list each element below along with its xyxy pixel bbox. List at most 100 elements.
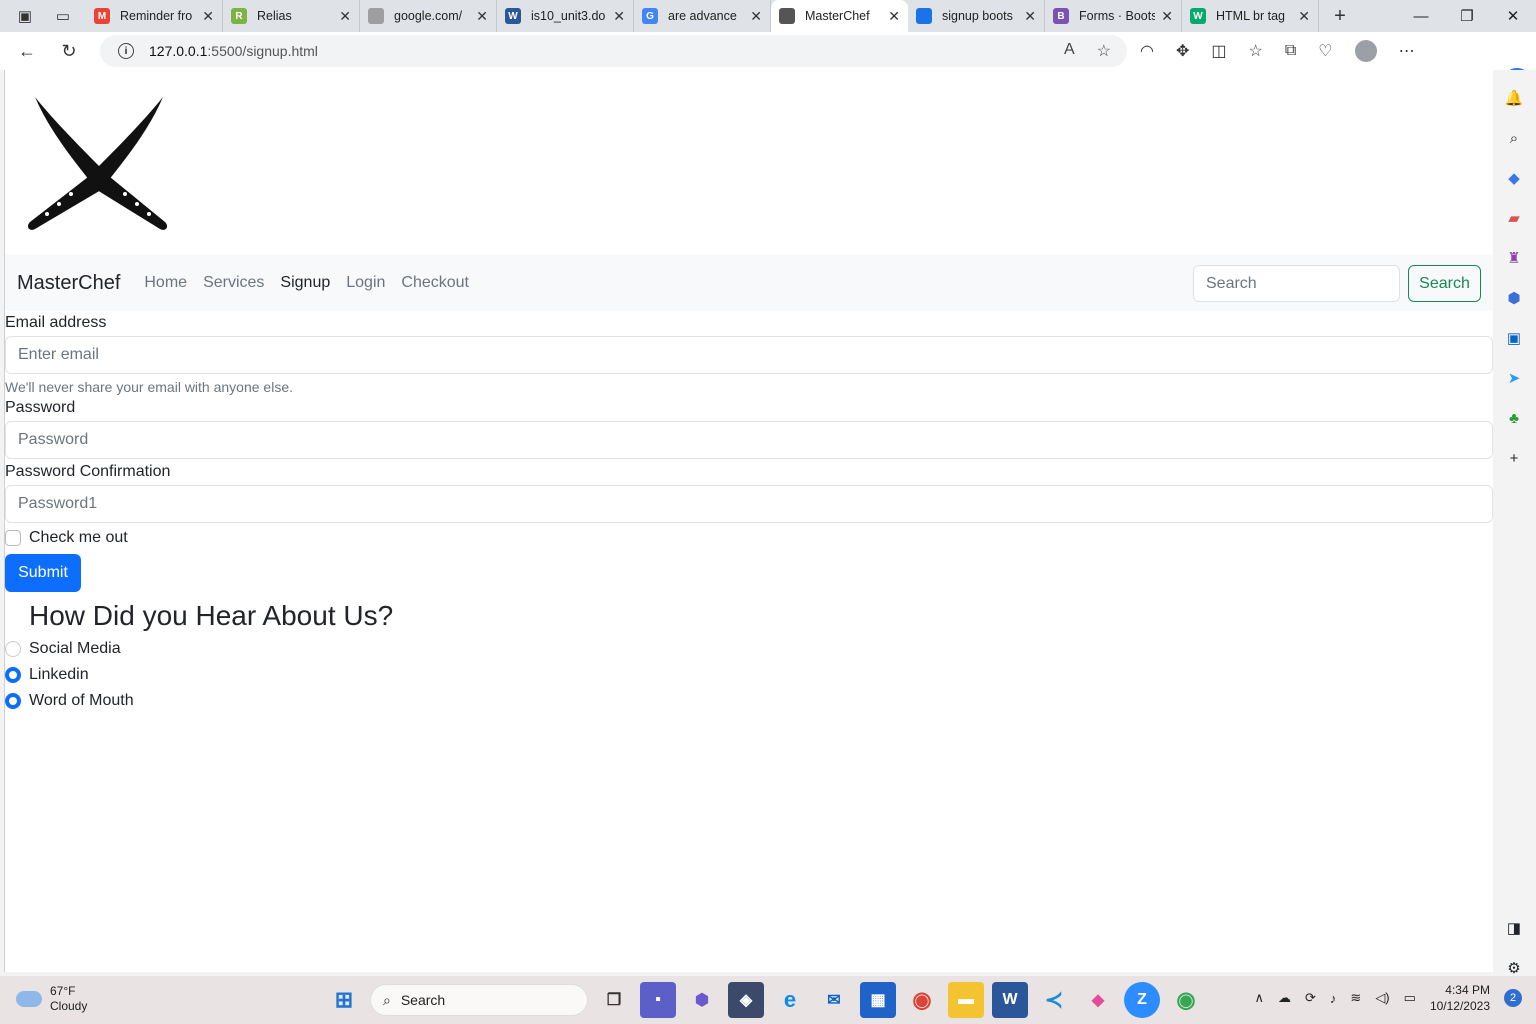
notification-bell-icon[interactable]: 🔔 bbox=[1502, 86, 1526, 110]
browser-tab[interactable]: W HTML br tag ✕ bbox=[1182, 0, 1319, 32]
more-menu-icon[interactable]: ⋯ bbox=[1399, 41, 1415, 61]
collections-icon[interactable]: ⧉ bbox=[1285, 42, 1296, 60]
survey-option[interactable]: Social Media bbox=[5, 636, 1493, 662]
browser-tab[interactable]: Wis10_unit3.do ✕ bbox=[497, 0, 634, 32]
url-field[interactable]: i 127.0.0.1:5500/signup.html A ☆ bbox=[100, 35, 1127, 67]
nav-link-login[interactable]: Login bbox=[346, 274, 385, 292]
store-icon[interactable]: ▦ bbox=[860, 982, 896, 1018]
check-me-out-label[interactable]: Check me out bbox=[29, 529, 128, 547]
navbar-brand[interactable]: MasterChef bbox=[17, 272, 120, 295]
nav-link-checkout[interactable]: Checkout bbox=[401, 274, 469, 292]
close-window-icon[interactable]: ✕ bbox=[1490, 0, 1536, 32]
chrome-icon[interactable]: ◉ bbox=[904, 982, 940, 1018]
onedrive-icon[interactable]: ☁ bbox=[1278, 990, 1291, 1006]
browser-tab[interactable]: R Relias ✕ bbox=[223, 0, 360, 32]
nav-link-signup[interactable]: Signup bbox=[280, 274, 330, 292]
edge-icon[interactable]: e bbox=[772, 982, 808, 1018]
signup-form: Email address Enter email We'll never sh… bbox=[5, 314, 1493, 714]
volume-icon[interactable]: ◁) bbox=[1375, 990, 1389, 1006]
search-icon[interactable]: ⌕ bbox=[1502, 126, 1526, 150]
wifi-icon[interactable]: ≋ bbox=[1350, 990, 1361, 1006]
browser-toolbar: ◠ ✥ ◫ ☆ ⧉ ♡ ⋯ bbox=[1140, 32, 1415, 70]
check-me-out-checkbox[interactable] bbox=[5, 530, 21, 546]
password-confirm-field[interactable]: Password1 bbox=[5, 485, 1493, 523]
browser-tab[interactable]: Gare advance ✕ bbox=[634, 0, 771, 32]
zoom-icon[interactable]: Z bbox=[1124, 982, 1160, 1018]
taskbar-search[interactable]: ⌕ Search bbox=[370, 984, 588, 1016]
hide-sidebar-icon[interactable]: ◨ bbox=[1502, 916, 1526, 940]
weather-widget[interactable]: 67°F Cloudy bbox=[16, 984, 87, 1014]
minimize-icon[interactable]: — bbox=[1398, 0, 1444, 32]
ssms-icon[interactable]: ◈ bbox=[728, 982, 764, 1018]
microphone-icon[interactable]: ♪ bbox=[1330, 991, 1337, 1006]
tools-briefcase-icon[interactable]: ▰ bbox=[1502, 206, 1526, 230]
browser-tab[interactable]: signup boots ✕ bbox=[908, 0, 1045, 32]
windows-taskbar: 67°F Cloudy ⊞ ⌕ Search ❐ ▪ ⬢ ◈ e ✉ ▦ ◉ ▬… bbox=[0, 976, 1536, 1024]
radio-button[interactable] bbox=[5, 667, 21, 683]
word-icon[interactable]: W bbox=[992, 982, 1028, 1018]
browser-essentials-icon[interactable]: ♡ bbox=[1318, 41, 1332, 61]
teams-chat-icon[interactable]: ▪ bbox=[640, 982, 676, 1018]
read-aloud-icon[interactable]: A bbox=[1064, 41, 1075, 61]
browser-tab[interactable]: MasterChef ✕ bbox=[771, 0, 908, 32]
windows-start-icon[interactable]: ⊞ bbox=[326, 982, 362, 1018]
mail-icon[interactable]: ✉ bbox=[816, 982, 852, 1018]
microsoft365-icon[interactable]: ⬢ bbox=[1502, 286, 1526, 310]
vscode-icon[interactable]: ≺ bbox=[1036, 982, 1072, 1018]
nav-link-services[interactable]: Services bbox=[203, 274, 264, 292]
site-info-icon[interactable]: i bbox=[118, 43, 134, 59]
submit-button[interactable]: Submit bbox=[5, 554, 81, 592]
email-field[interactable]: Enter email bbox=[5, 336, 1493, 374]
tab-close-icon[interactable]: ✕ bbox=[888, 8, 900, 25]
tab-actions-icon[interactable]: ▭ bbox=[50, 3, 76, 29]
clock[interactable]: 4:34 PM 10/12/2023 bbox=[1430, 982, 1490, 1014]
tab-close-icon[interactable]: ✕ bbox=[339, 8, 351, 25]
tab-title: google.com/ bbox=[394, 9, 463, 23]
file-explorer-icon[interactable]: ▬ bbox=[948, 982, 984, 1018]
tab-close-icon[interactable]: ✕ bbox=[1161, 8, 1173, 25]
add-sidebar-app-icon[interactable]: + bbox=[1502, 446, 1526, 470]
profile-avatar[interactable] bbox=[1354, 40, 1377, 62]
performance-icon[interactable]: ◠ bbox=[1140, 41, 1154, 61]
tab-close-icon[interactable]: ✕ bbox=[1024, 8, 1036, 25]
gemini-app-icon[interactable]: ◆ bbox=[1080, 982, 1116, 1018]
refresh-icon[interactable]: ↻ bbox=[54, 36, 84, 66]
browser-tab[interactable]: M Reminder fro ✕ bbox=[86, 0, 223, 32]
battery-icon[interactable]: ▭ bbox=[1404, 990, 1416, 1006]
nav-link-home[interactable]: Home bbox=[144, 274, 187, 292]
radio-button[interactable] bbox=[5, 641, 21, 657]
survey-option[interactable]: Linkedin bbox=[5, 662, 1493, 688]
browser-tab[interactable]: google.com/ ✕ bbox=[360, 0, 497, 32]
send-icon[interactable]: ➤ bbox=[1502, 366, 1526, 390]
navbar-search-input[interactable]: Search bbox=[1193, 265, 1400, 302]
tab-close-icon[interactable]: ✕ bbox=[1298, 8, 1310, 25]
shopping-tag-icon[interactable]: ◆ bbox=[1502, 166, 1526, 190]
tree-icon[interactable]: ♣ bbox=[1502, 406, 1526, 430]
favorite-star-icon[interactable]: ☆ bbox=[1097, 41, 1111, 61]
password-field[interactable]: Password bbox=[5, 421, 1493, 459]
new-tab-button[interactable]: + bbox=[1325, 5, 1355, 28]
browser-tab[interactable]: B Forms · Boots ✕ bbox=[1045, 0, 1182, 32]
favorites-icon[interactable]: ☆ bbox=[1249, 41, 1263, 61]
task-view-icon[interactable]: ❐ bbox=[596, 982, 632, 1018]
chevron-up-icon[interactable]: ∧ bbox=[1254, 990, 1264, 1006]
notification-count-badge[interactable]: 2 bbox=[1504, 989, 1522, 1007]
tab-close-icon[interactable]: ✕ bbox=[613, 8, 625, 25]
tab-close-icon[interactable]: ✕ bbox=[476, 8, 488, 25]
tab-close-icon[interactable]: ✕ bbox=[202, 8, 214, 25]
radio-button[interactable] bbox=[5, 693, 21, 709]
search-icon: ⌕ bbox=[383, 991, 391, 1008]
maximize-icon[interactable]: ❐ bbox=[1444, 0, 1490, 32]
outlook-icon[interactable]: ▣ bbox=[1502, 326, 1526, 350]
workspaces-icon[interactable]: ▣ bbox=[12, 3, 38, 29]
copilot-app-icon[interactable]: ⬢ bbox=[684, 982, 720, 1018]
tab-close-icon[interactable]: ✕ bbox=[750, 8, 762, 25]
back-icon[interactable]: ← bbox=[12, 36, 42, 66]
split-screen-icon[interactable]: ◫ bbox=[1211, 41, 1226, 61]
chrome-profile-icon[interactable]: ◉ bbox=[1168, 982, 1204, 1018]
survey-option[interactable]: Word of Mouth bbox=[5, 688, 1493, 714]
sync-icon[interactable]: ⟳ bbox=[1305, 990, 1316, 1006]
games-icon[interactable]: ♜ bbox=[1502, 246, 1526, 270]
navbar-search-button[interactable]: Search bbox=[1408, 265, 1481, 302]
extensions-icon[interactable]: ✥ bbox=[1176, 41, 1189, 61]
